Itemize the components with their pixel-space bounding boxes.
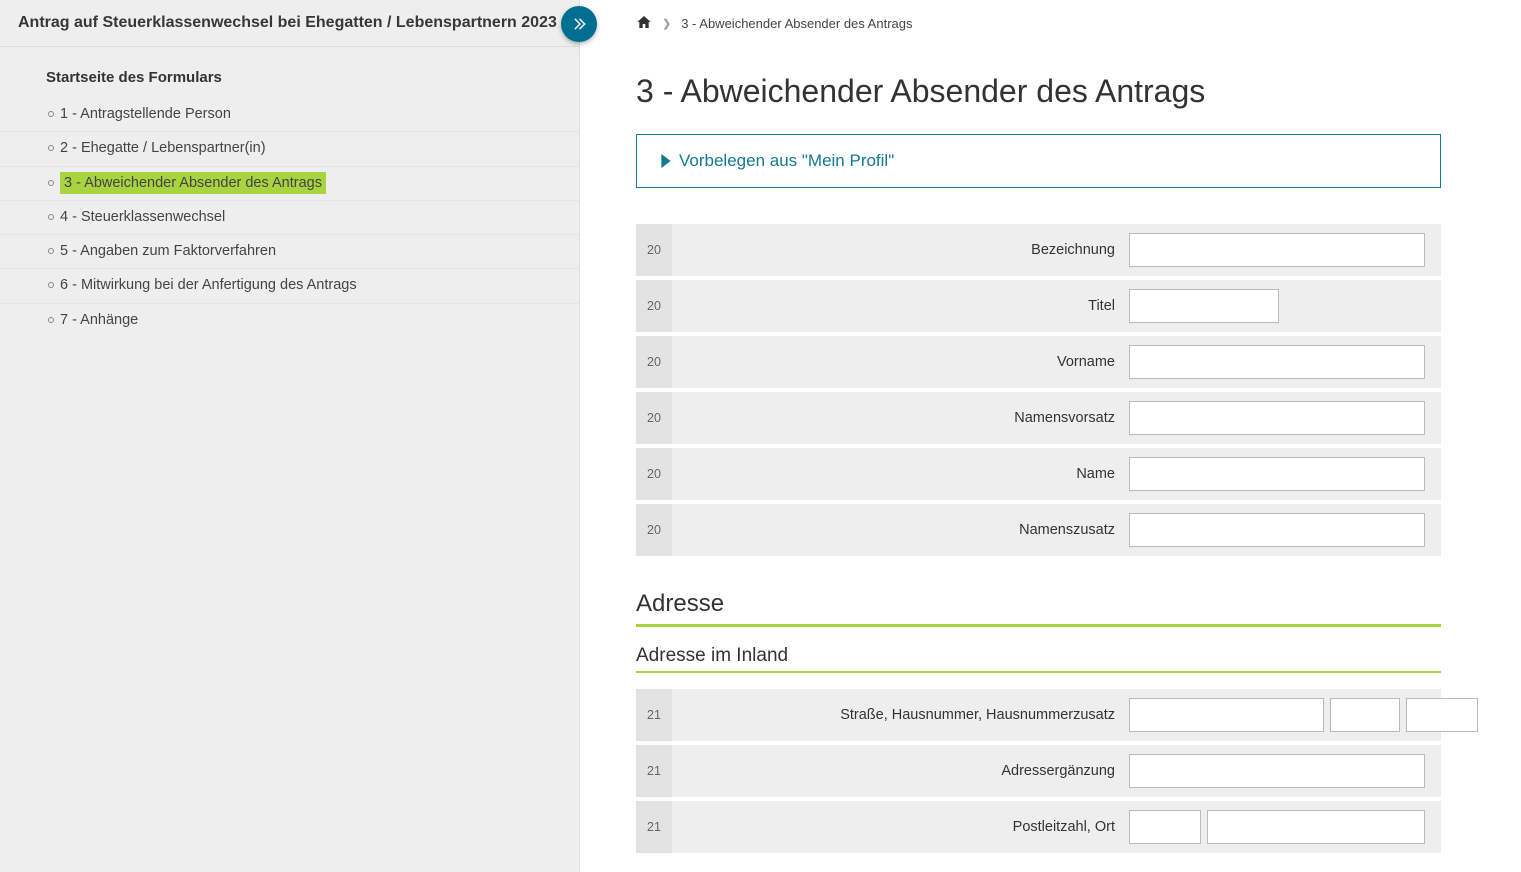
home-icon: [636, 14, 652, 30]
chevron-right-icon: ❯: [662, 17, 671, 30]
form-navigation: Startseite des Formulars 1 - Antragstell…: [0, 47, 579, 347]
line-number: 21: [636, 689, 672, 741]
nav-item-3[interactable]: 3 - Abweichender Absender des Antrags: [0, 167, 579, 201]
section-adresse-inland: Adresse im Inland: [636, 645, 1441, 673]
prefill-box: Vorbelegen aus "Mein Profil": [636, 134, 1441, 188]
titel-input[interactable]: [1129, 289, 1279, 323]
chevron-double-right-icon: [571, 16, 587, 32]
namenszusatz-input[interactable]: [1129, 513, 1425, 547]
field-label: Bezeichnung: [672, 242, 1129, 258]
sidebar-title: Antrag auf Steuerklassenwechsel bei Eheg…: [0, 0, 579, 47]
line-number: 20: [636, 448, 672, 500]
line-number: 20: [636, 224, 672, 276]
sidebar: Antrag auf Steuerklassenwechsel bei Eheg…: [0, 0, 580, 872]
line-number: 20: [636, 280, 672, 332]
namensvorsatz-input[interactable]: [1129, 401, 1425, 435]
breadcrumb-current: 3 - Abweichender Absender des Antrags: [681, 16, 912, 31]
collapse-sidebar-button[interactable]: [561, 6, 597, 42]
field-label: Titel: [672, 298, 1129, 314]
line-number: 21: [636, 801, 672, 853]
nav-item-1[interactable]: 1 - Antragstellende Person: [0, 98, 579, 132]
prefill-link[interactable]: Vorbelegen aus "Mein Profil": [661, 151, 1416, 171]
nav-item-5[interactable]: 5 - Angaben zum Faktorverfahren: [0, 235, 579, 269]
field-label: Namenszusatz: [672, 522, 1129, 538]
row-vorname: 20 Vorname: [636, 336, 1441, 388]
ort-input[interactable]: [1207, 810, 1425, 844]
strasse-input[interactable]: [1129, 698, 1324, 732]
nav-item-label: 7 - Anhänge: [60, 312, 138, 328]
nav-item-label: 6 - Mitwirkung bei der Anfertigung des A…: [60, 277, 357, 293]
nav-item-label: 2 - Ehegatte / Lebenspartner(in): [60, 140, 266, 156]
nav-item-label: 3 - Abweichender Absender des Antrags: [60, 172, 326, 194]
section-adresse: Adresse: [636, 590, 1441, 627]
field-label: Postleitzahl, Ort: [672, 819, 1129, 835]
nav-section-title[interactable]: Startseite des Formulars: [0, 57, 579, 98]
row-namensvorsatz: 20 Namensvorsatz: [636, 392, 1441, 444]
nav-item-7[interactable]: 7 - Anhänge: [0, 304, 579, 337]
main-content: ❯ 3 - Abweichender Absender des Antrags …: [580, 0, 1521, 872]
hausnummer-input[interactable]: [1330, 698, 1400, 732]
postleitzahl-input[interactable]: [1129, 810, 1201, 844]
bezeichnung-input[interactable]: [1129, 233, 1425, 267]
chevron-right-icon: [661, 154, 671, 168]
nav-item-6[interactable]: 6 - Mitwirkung bei der Anfertigung des A…: [0, 269, 579, 303]
row-plz-ort: 21 Postleitzahl, Ort: [636, 801, 1441, 853]
field-label: Straße, Hausnummer, Hausnummerzusatz: [672, 707, 1129, 723]
line-number: 20: [636, 504, 672, 556]
nav-item-label: 5 - Angaben zum Faktorverfahren: [60, 243, 276, 259]
row-titel: 20 Titel: [636, 280, 1441, 332]
breadcrumb: ❯ 3 - Abweichender Absender des Antrags: [636, 14, 1441, 33]
line-number: 20: [636, 336, 672, 388]
name-input[interactable]: [1129, 457, 1425, 491]
field-label: Namensvorsatz: [672, 410, 1129, 426]
field-label: Vorname: [672, 354, 1129, 370]
vorname-input[interactable]: [1129, 345, 1425, 379]
nav-item-label: 1 - Antragstellende Person: [60, 106, 231, 122]
page-title: 3 - Abweichender Absender des Antrags: [636, 73, 1441, 110]
row-namenszusatz: 20 Namenszusatz: [636, 504, 1441, 556]
row-adressergaenzung: 21 Adressergänzung: [636, 745, 1441, 797]
adressergaenzung-input[interactable]: [1129, 754, 1425, 788]
nav-item-2[interactable]: 2 - Ehegatte / Lebenspartner(in): [0, 132, 579, 166]
row-bezeichnung: 20 Bezeichnung: [636, 224, 1441, 276]
nav-item-4[interactable]: 4 - Steuerklassenwechsel: [0, 201, 579, 235]
nav-item-label: 4 - Steuerklassenwechsel: [60, 209, 225, 225]
line-number: 21: [636, 745, 672, 797]
line-number: 20: [636, 392, 672, 444]
hausnummerzusatz-input[interactable]: [1406, 698, 1478, 732]
field-label: Adressergänzung: [672, 763, 1129, 779]
breadcrumb-home[interactable]: [636, 14, 652, 33]
field-label: Name: [672, 466, 1129, 482]
row-strasse: 21 Straße, Hausnummer, Hausnummerzusatz: [636, 689, 1441, 741]
prefill-label: Vorbelegen aus "Mein Profil": [679, 151, 894, 171]
row-name: 20 Name: [636, 448, 1441, 500]
